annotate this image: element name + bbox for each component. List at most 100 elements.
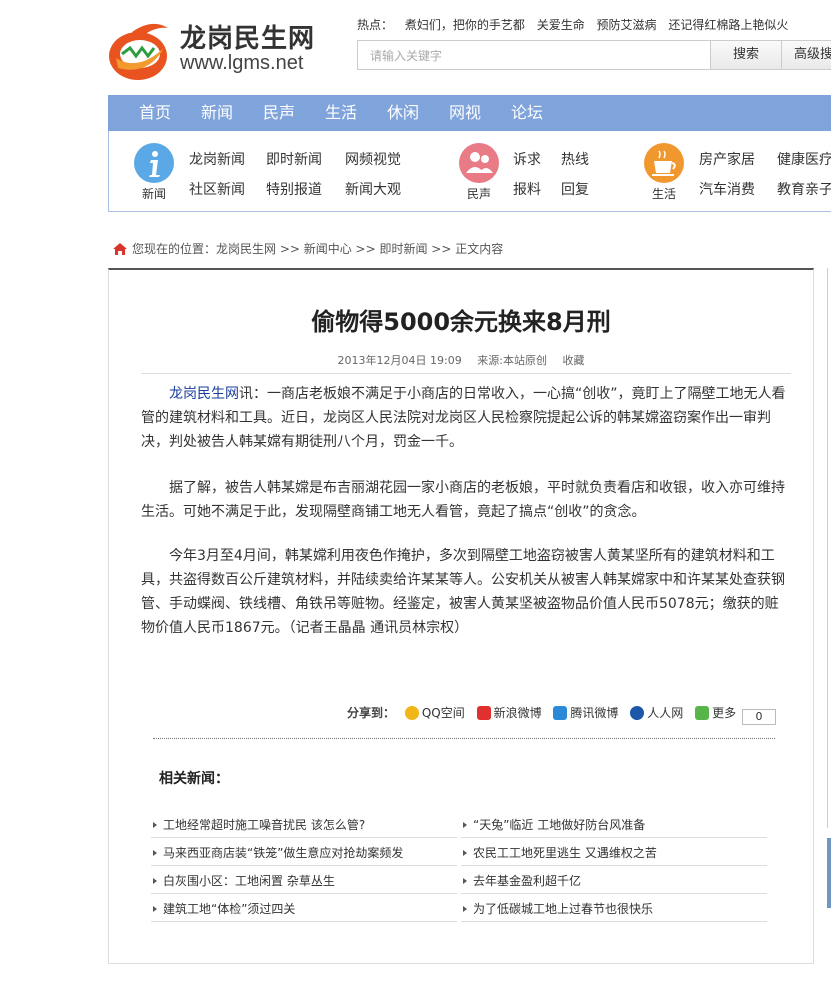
subnav-link[interactable]: 回复 — [561, 179, 589, 199]
article-paragraph: 据了解，被告人韩某嫦是布吉丽湖花园一家小商店的老板娘，平时就负责看店和收银，收入… — [141, 480, 785, 520]
related-news-text: “天兔”临近 工地做好防台风准备 — [473, 818, 646, 832]
bullet-icon — [463, 822, 467, 828]
sidebar-image[interactable] — [827, 838, 831, 908]
related-news-text: 为了低碳城工地上过春节也很快乐 — [473, 902, 654, 916]
bullet-icon — [463, 850, 467, 856]
nav-home[interactable]: 首页 — [139, 95, 171, 131]
hot-link[interactable]: 预防艾滋病 — [597, 18, 657, 32]
article-date: 2013年12月04日 19:09 — [337, 354, 462, 367]
subnav-link[interactable]: 即时新闻 — [266, 149, 322, 169]
bullet-icon — [153, 822, 157, 828]
nav-life[interactable]: 生活 — [325, 95, 357, 131]
article-paragraph: 龙岗民生网讯：一商店老板娘不满足于小商店的日常收入，一心搞“创收”，竟盯上了隔壁… — [141, 382, 789, 454]
subnav-link[interactable]: 健康医疗 — [777, 149, 831, 169]
article-meta: 2013年12月04日 19:09 来源:本站原创 收藏 — [109, 352, 813, 368]
hot-link[interactable]: 还记得红棉路上艳似火 — [668, 18, 788, 32]
related-news-item[interactable]: “天兔”临近 工地做好防台风准备 — [461, 812, 767, 838]
subnav-link[interactable]: 网频视觉 — [345, 149, 401, 169]
people-icon — [459, 143, 499, 183]
search-button[interactable]: 搜索 — [710, 40, 782, 70]
related-news-item[interactable]: 为了低碳城工地上过春节也很快乐 — [461, 896, 767, 922]
info-icon — [134, 143, 174, 183]
subnav-link[interactable]: 特别报道 — [266, 179, 322, 199]
site-title: 龙岗民生网 — [180, 24, 316, 54]
related-news-text: 去年基金盈利超千亿 — [473, 874, 582, 888]
article-paragraph: 今年3月至4月间，韩某嫦利用夜色作掩护，多次到隔壁工地盗窃被害人黄某坚所有的建筑… — [141, 548, 785, 636]
bullet-icon — [153, 906, 157, 912]
share-bar: 分享到： QQ空间 新浪微博 腾讯微博 人人网 更多 0 — [347, 704, 776, 725]
tencent-weibo-icon — [553, 706, 568, 720]
search-input[interactable]: 请输入关键字 — [357, 40, 711, 70]
related-news-item[interactable]: 马来西亚商店装“铁笼”做生意应对抢劫案频发 — [151, 840, 457, 866]
article-container: 偷物得5000余元换来8月刑 2013年12月04日 19:09 来源:本站原创… — [108, 268, 814, 964]
related-news-text: 建筑工地“体检”须过四关 — [163, 902, 296, 916]
article-source: 来源:本站原创 — [477, 354, 547, 367]
related-news-item[interactable]: 工地经常超时施工噪音扰民 该怎么管? — [151, 812, 457, 838]
nav-video[interactable]: 网视 — [449, 95, 481, 131]
article-title: 偷物得5000余元换来8月刑 — [311, 308, 611, 336]
bullet-icon — [153, 850, 157, 856]
site-logo[interactable]: 龙岗民生网 www.lgms.net — [108, 14, 338, 86]
advanced-search-button[interactable]: 高级搜 — [781, 40, 831, 70]
related-news-item[interactable]: 去年基金盈利超千亿 — [461, 868, 767, 894]
category-label: 生活 — [652, 187, 677, 201]
hot-topics: 热点： 煮妇们，把你的手艺都 关爱生命 预防艾滋病 还记得红棉路上艳似火 — [357, 16, 796, 33]
nav-voice[interactable]: 民声 — [263, 95, 295, 131]
subnav-link[interactable]: 龙岗新闻 — [189, 149, 245, 169]
subnav-link[interactable]: 新闻大观 — [345, 179, 401, 199]
favorite-link[interactable]: 收藏 — [562, 354, 584, 367]
share-label: 分享到： — [347, 706, 396, 720]
bullet-icon — [463, 906, 467, 912]
subnav-link[interactable]: 社区新闻 — [189, 179, 245, 199]
share-tencent-weibo[interactable]: 腾讯微博 — [553, 704, 618, 721]
breadcrumb: 您现在的位置：龙岗民生网 >> 新闻中心 >> 即时新闻 >> 正文内容 — [112, 240, 503, 259]
plus-icon — [695, 706, 710, 720]
subnav-link[interactable]: 教育亲子 — [777, 179, 831, 199]
related-news-text: 农民工工地死里逃生 又遇维权之苦 — [473, 846, 657, 860]
subnav-link[interactable]: 热线 — [561, 149, 589, 169]
hot-label: 热点： — [357, 18, 394, 32]
nav-leisure[interactable]: 休闲 — [387, 95, 419, 131]
share-name: QQ空间 — [421, 706, 465, 720]
weibo-icon — [476, 706, 491, 720]
sidebar-edge — [827, 268, 831, 828]
coffee-icon — [644, 143, 684, 183]
subnav-link[interactable]: 汽车消费 — [699, 179, 755, 199]
related-news-item[interactable]: 农民工工地死里逃生 又遇维权之苦 — [461, 840, 767, 866]
share-renren[interactable]: 人人网 — [630, 704, 683, 721]
share-qzone[interactable]: QQ空间 — [404, 704, 465, 721]
related-news-text: 白灰围小区：工地闲置 杂草丛生 — [163, 874, 335, 888]
divider — [153, 738, 775, 739]
qzone-icon — [404, 706, 419, 720]
share-count: 0 — [741, 709, 776, 725]
sub-nav: 新闻 龙岗新闻 即时新闻 网频视觉 社区新闻 特别报道 新闻大观 民声 诉求 热… — [108, 131, 831, 212]
category-label: 新闻 — [142, 187, 167, 201]
hot-link[interactable]: 煮妇们，把你的手艺都 — [405, 18, 525, 32]
share-name: 人人网 — [647, 706, 684, 720]
subnav-link[interactable]: 报料 — [513, 179, 541, 199]
subnav-link[interactable]: 房产家居 — [699, 149, 755, 169]
related-news-title: 相关新闻： — [159, 771, 229, 787]
site-url: www.lgms.net — [180, 52, 304, 74]
share-sina-weibo[interactable]: 新浪微博 — [476, 704, 542, 721]
share-name: 新浪微博 — [493, 706, 542, 720]
renren-icon — [630, 706, 645, 720]
source-link[interactable]: 龙岗民生网 — [169, 386, 239, 402]
home-icon[interactable] — [112, 242, 128, 259]
bullet-icon — [463, 878, 467, 884]
nav-forum[interactable]: 论坛 — [511, 95, 543, 131]
hot-link[interactable]: 关爱生命 — [537, 18, 585, 32]
logo-swirl-icon — [109, 23, 168, 80]
main-nav: 首页 新闻 民声 生活 休闲 网视 论坛 — [108, 95, 831, 131]
bullet-icon — [153, 878, 157, 884]
share-name: 腾讯微博 — [570, 706, 619, 720]
related-news-item[interactable]: 建筑工地“体检”须过四关 — [151, 896, 457, 922]
subnav-link[interactable]: 诉求 — [513, 149, 541, 169]
related-news-text: 工地经常超时施工噪音扰民 该怎么管? — [163, 818, 366, 832]
related-news-text: 马来西亚商店装“铁笼”做生意应对抢劫案频发 — [163, 846, 404, 860]
nav-news[interactable]: 新闻 — [201, 95, 233, 131]
share-more[interactable]: 更多 — [695, 704, 736, 721]
related-news-item[interactable]: 白灰围小区：工地闲置 杂草丛生 — [151, 868, 457, 894]
breadcrumb-text[interactable]: 您现在的位置：龙岗民生网 >> 新闻中心 >> 即时新闻 >> 正文内容 — [132, 242, 503, 256]
divider — [141, 373, 791, 374]
